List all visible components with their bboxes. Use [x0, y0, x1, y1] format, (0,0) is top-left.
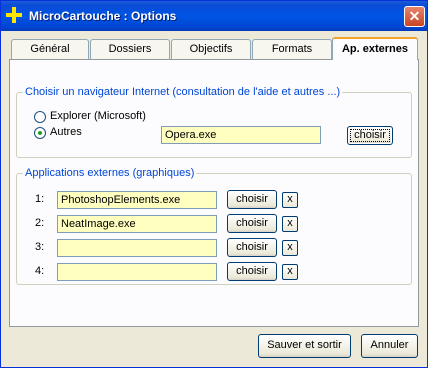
window-title: MicroCartouche : Options	[29, 9, 177, 23]
app-row-2-number: 2:	[35, 217, 45, 229]
radio-autres-label: Autres	[50, 126, 82, 138]
browser-choose-button[interactable]: choisir	[347, 126, 393, 145]
app-row-1-input[interactable]: PhotoshopElements.exe	[57, 191, 217, 209]
app-row-4-input[interactable]	[57, 263, 217, 281]
external-apps-legend: Applications externes (graphiques)	[23, 167, 197, 179]
radio-explorer[interactable]	[34, 111, 46, 123]
app-row-4-number: 4:	[35, 265, 45, 277]
tab-objectifs[interactable]: Objectifs	[171, 39, 251, 59]
cancel-button[interactable]: Annuler	[361, 334, 418, 358]
browser-path-input[interactable]: Opera.exe	[161, 126, 321, 144]
app-row-1-number: 1:	[35, 193, 45, 205]
options-dialog: MicroCartouche : Options ✕ Général Dossi…	[0, 0, 428, 368]
app-row-3-clear-button[interactable]: x	[282, 240, 298, 256]
tab-formats[interactable]: Formats	[252, 39, 332, 59]
external-apps-group: Applications externes (graphiques) 1: Ph…	[16, 167, 412, 285]
app-row-4-choose-button[interactable]: choisir	[227, 262, 277, 281]
radio-autres[interactable]	[34, 127, 46, 139]
tab-general[interactable]: Général	[11, 39, 89, 59]
app-row-2-input[interactable]: NeatImage.exe	[57, 215, 217, 233]
app-row-1-clear-button[interactable]: x	[282, 192, 298, 208]
app-cross-icon	[6, 7, 22, 23]
app-row-1-choose-button[interactable]: choisir	[227, 190, 277, 209]
browser-group: Choisir un navigateur Internet (consulta…	[16, 86, 412, 158]
browser-group-legend: Choisir un navigateur Internet (consulta…	[23, 86, 343, 98]
tab-panel-ap-externes: Choisir un navigateur Internet (consulta…	[9, 59, 419, 327]
app-row-3-choose-button[interactable]: choisir	[227, 238, 277, 257]
app-row-3-input[interactable]	[57, 239, 217, 257]
app-row-2-choose-button[interactable]: choisir	[227, 214, 277, 233]
tab-ap-externes[interactable]: Ap. externes	[332, 37, 418, 60]
radio-explorer-label: Explorer (Microsoft)	[50, 110, 146, 122]
tab-dossiers[interactable]: Dossiers	[90, 39, 170, 59]
app-row-2-clear-button[interactable]: x	[282, 216, 298, 232]
app-row-3-number: 3:	[35, 241, 45, 253]
close-button[interactable]: ✕	[404, 6, 425, 27]
app-row-4-clear-button[interactable]: x	[282, 264, 298, 280]
title-bar[interactable]: MicroCartouche : Options ✕	[1, 1, 427, 31]
save-and-exit-button[interactable]: Sauver et sortir	[258, 334, 351, 358]
